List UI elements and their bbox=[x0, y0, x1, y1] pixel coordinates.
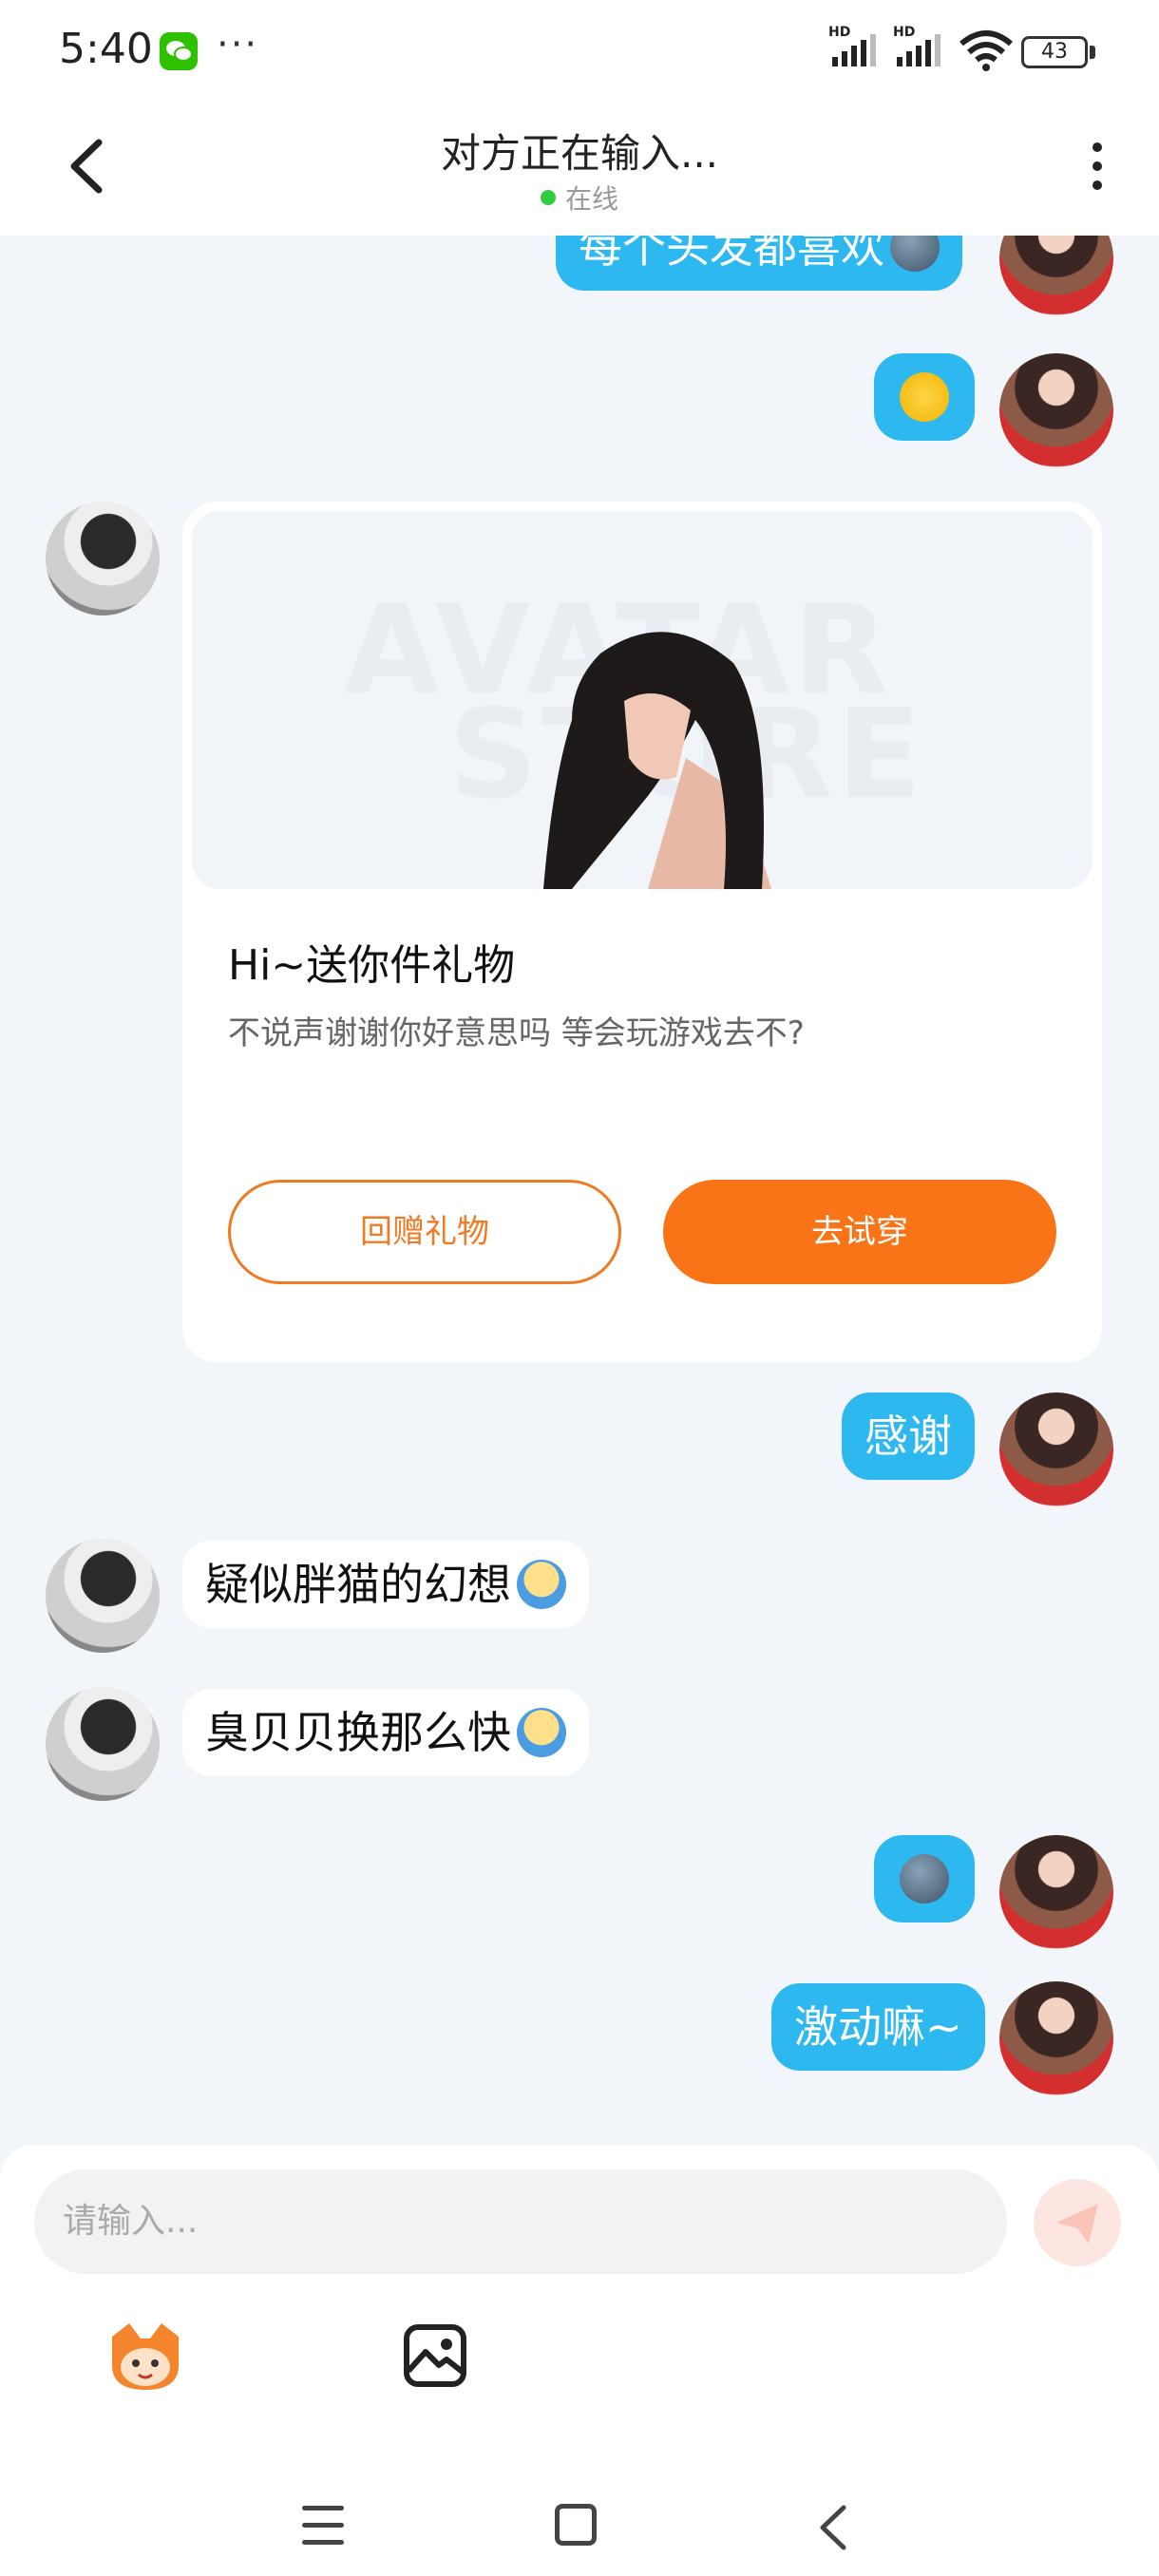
menu-line bbox=[302, 2506, 344, 2510]
online-dot-icon bbox=[540, 190, 556, 205]
mascot-sticker-button[interactable] bbox=[103, 2318, 188, 2394]
dot bbox=[1092, 180, 1102, 190]
recent-apps-button[interactable] bbox=[302, 2506, 344, 2545]
wifi-icon bbox=[958, 28, 1015, 76]
dot bbox=[1092, 142, 1102, 152]
message-input[interactable]: 请输入... bbox=[34, 2169, 1007, 2274]
message-bubble-sent[interactable] bbox=[874, 353, 975, 441]
my-avatar[interactable] bbox=[999, 1981, 1113, 2095]
message-bubble-received[interactable]: 疑似胖猫的幻想 bbox=[182, 1541, 589, 1628]
home-button[interactable] bbox=[555, 2504, 597, 2546]
composer-panel: 请输入... bbox=[0, 2145, 1159, 2576]
gift-card-message: 不说声谢谢你好意思吗 等会玩游戏去不? bbox=[228, 1014, 805, 1052]
menu-line bbox=[302, 2540, 344, 2545]
message-bubble-sent[interactable] bbox=[874, 1835, 975, 1923]
contact-avatar[interactable] bbox=[46, 1687, 160, 1801]
return-gift-button[interactable]: 回赠礼物 bbox=[228, 1180, 621, 1284]
signal-icon-sim2: HD bbox=[893, 25, 946, 72]
message-bubble-sent[interactable]: 每个头发都喜欢 bbox=[556, 236, 962, 291]
message-list[interactable]: 每个头发都喜欢 AVATAR STORE Hi~送你件礼物 不说声谢谢你好意思吗… bbox=[0, 236, 1159, 2145]
image-icon bbox=[404, 2324, 466, 2387]
contact-avatar[interactable] bbox=[46, 502, 160, 616]
my-avatar[interactable] bbox=[999, 236, 1113, 315]
moon-emoji-icon bbox=[900, 1853, 949, 1904]
online-status: 在线 bbox=[0, 179, 1159, 217]
battery-icon: 43 bbox=[1021, 36, 1088, 68]
hd-label: HD bbox=[893, 25, 916, 40]
send-button[interactable] bbox=[1034, 2179, 1121, 2266]
message-bubble-sent[interactable]: 感谢 bbox=[842, 1392, 975, 1480]
gift-preview-image: AVATAR STORE bbox=[192, 511, 1092, 889]
dot bbox=[1092, 161, 1102, 171]
hd-label: HD bbox=[828, 25, 851, 40]
try-on-button[interactable]: 去试穿 bbox=[663, 1180, 1056, 1284]
system-back-button[interactable] bbox=[813, 2504, 851, 2555]
contact-avatar[interactable] bbox=[46, 1539, 160, 1653]
wechat-notification-icon bbox=[160, 32, 198, 70]
send-icon bbox=[1056, 2204, 1098, 2244]
gift-card[interactable]: AVATAR STORE Hi~送你件礼物 不说声谢谢你好意思吗 等会玩游戏去不… bbox=[182, 502, 1102, 1362]
gift-card-title: Hi~送你件礼物 bbox=[228, 941, 516, 990]
heart-eyes-emoji-icon bbox=[900, 371, 949, 422]
scream-emoji-icon bbox=[517, 1707, 566, 1757]
more-options-button[interactable] bbox=[1083, 137, 1112, 203]
my-avatar[interactable] bbox=[999, 353, 1113, 467]
signal-icon-sim1: HD bbox=[828, 25, 882, 72]
menu-line bbox=[302, 2523, 344, 2528]
more-notifications-icon: ··· bbox=[217, 23, 259, 66]
online-status-label: 在线 bbox=[564, 183, 618, 215]
image-picker-button[interactable] bbox=[401, 2321, 469, 2390]
hair-item-image bbox=[543, 632, 771, 889]
message-bubble-received[interactable]: 臭贝贝换那么快 bbox=[182, 1689, 589, 1776]
mascot-icon bbox=[112, 2323, 179, 2390]
message-text: 激动嘛~ bbox=[794, 2001, 962, 2053]
message-text: 每个头发都喜欢 bbox=[579, 236, 884, 273]
battery-tip bbox=[1090, 46, 1095, 59]
moon-emoji-icon bbox=[890, 236, 940, 272]
message-text: 感谢 bbox=[864, 1411, 952, 1462]
message-text: 臭贝贝换那么快 bbox=[205, 1707, 511, 1758]
message-bubble-sent[interactable]: 激动嘛~ bbox=[771, 1983, 985, 2071]
back-arrow-icon bbox=[820, 2505, 846, 2550]
status-bar: 5:40 ··· HD HD 43 bbox=[0, 0, 1159, 104]
status-time: 5:40 bbox=[59, 25, 153, 73]
message-text: 疑似胖猫的幻想 bbox=[205, 1559, 511, 1610]
scream-emoji-icon bbox=[517, 1559, 566, 1609]
battery-level: 43 bbox=[1041, 40, 1068, 64]
chat-title: 对方正在输入... bbox=[440, 130, 719, 177]
my-avatar[interactable] bbox=[999, 1835, 1113, 1949]
my-avatar[interactable] bbox=[999, 1392, 1113, 1506]
system-nav-bar bbox=[0, 2468, 1159, 2572]
chat-header: 对方正在输入... 在线 bbox=[0, 104, 1159, 236]
